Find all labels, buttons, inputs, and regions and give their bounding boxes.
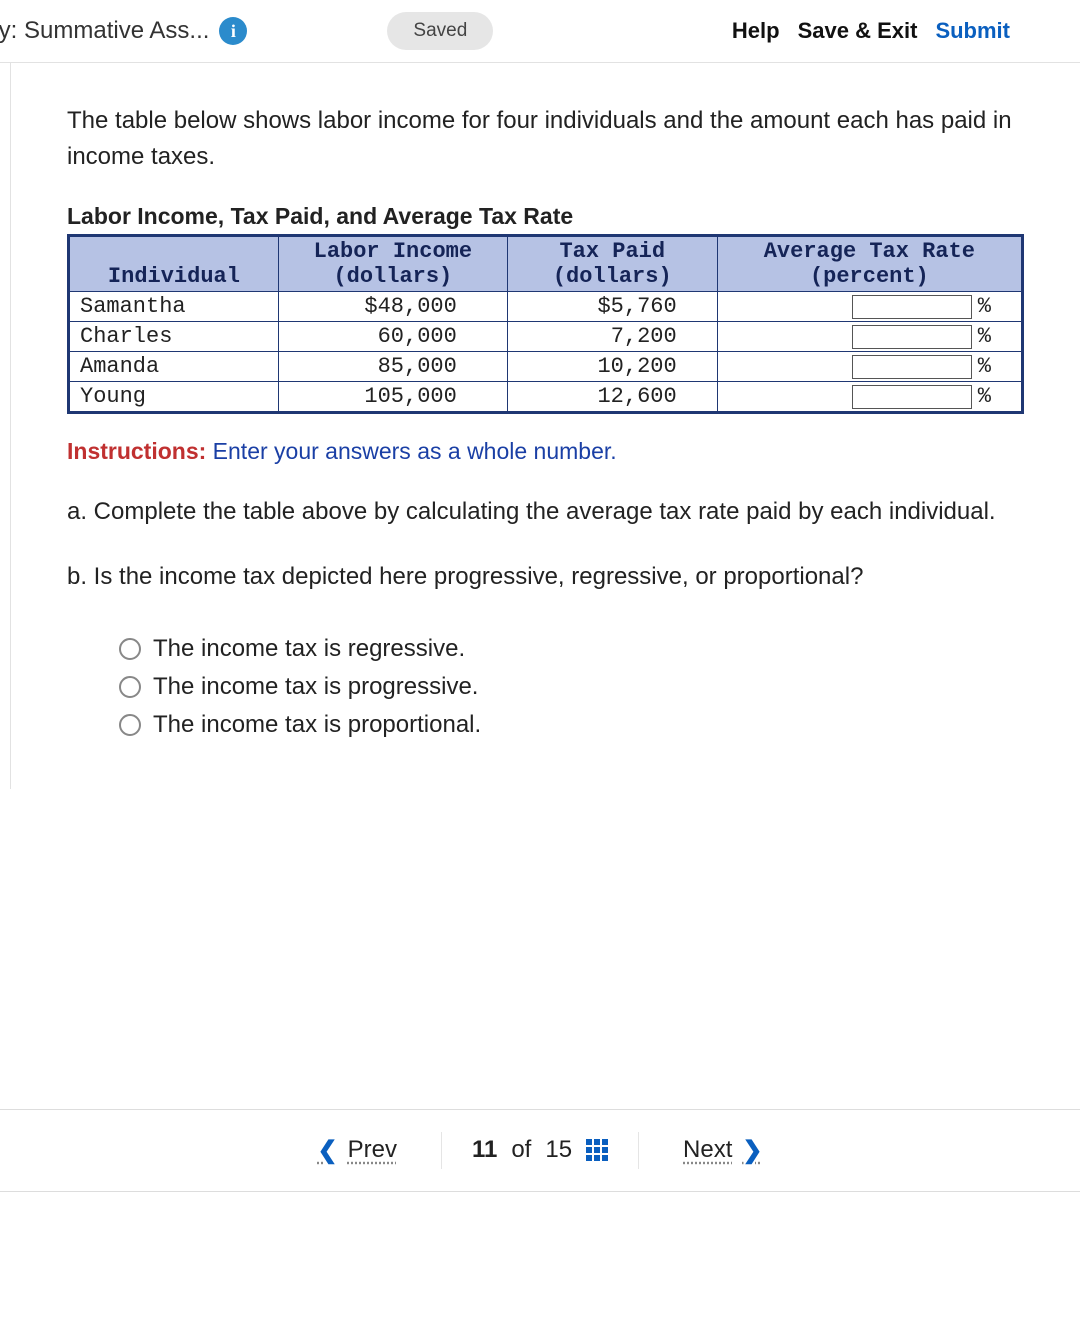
col-tax: Tax Paid(dollars)	[507, 236, 717, 292]
option-label: The income tax is progressive.	[153, 673, 478, 701]
page-total: 15	[545, 1136, 572, 1164]
bottom-nav: ❮ Prev 11 of 15 Next ❯	[0, 1109, 1080, 1192]
page-of: of	[511, 1136, 531, 1164]
top-bar: ply: Summative Ass... i Saved Help Save …	[0, 0, 1080, 63]
chevron-right-icon: ❯	[742, 1136, 762, 1165]
cell-tax: 12,600	[507, 382, 717, 413]
rate-input[interactable]	[852, 385, 972, 409]
option-label: The income tax is regressive.	[153, 635, 465, 663]
question-content: The table below shows labor income for f…	[10, 63, 1080, 789]
cell-tax: $5,760	[507, 292, 717, 322]
cell-name: Samantha	[69, 292, 279, 322]
part-a: a. Complete the table above by calculati…	[67, 495, 1024, 530]
cell-income: 85,000	[278, 352, 507, 382]
col-rate: Average Tax Rate(percent)	[717, 236, 1022, 292]
save-exit-button[interactable]: Save & Exit	[798, 18, 918, 44]
grid-icon	[586, 1139, 608, 1161]
option[interactable]: The income tax is proportional.	[119, 711, 1024, 739]
cell-name: Amanda	[69, 352, 279, 382]
cell-tax: 10,200	[507, 352, 717, 382]
col-income: Labor Income(dollars)	[278, 236, 507, 292]
instructions-label: Instructions:	[67, 438, 206, 464]
info-icon[interactable]: i	[219, 17, 247, 45]
assignment-title: ply: Summative Ass...	[0, 17, 209, 45]
radio-icon	[119, 638, 141, 660]
chevron-left-icon: ❮	[317, 1136, 337, 1165]
percent-symbol: %	[978, 324, 991, 349]
instructions: Instructions: Enter your answers as a wh…	[67, 438, 1024, 465]
option[interactable]: The income tax is progressive.	[119, 673, 1024, 701]
table-row: Charles60,0007,200%	[69, 322, 1023, 352]
cell-name: Young	[69, 382, 279, 413]
table-row: Young105,00012,600%	[69, 382, 1023, 413]
percent-symbol: %	[978, 354, 991, 379]
cell-rate: %	[717, 382, 1022, 413]
rate-input[interactable]	[852, 325, 972, 349]
table-row: Samantha$48,000$5,760%	[69, 292, 1023, 322]
radio-icon	[119, 676, 141, 698]
rate-input[interactable]	[852, 355, 972, 379]
rate-input[interactable]	[852, 295, 972, 319]
question-intro: The table below shows labor income for f…	[67, 103, 1024, 175]
cell-rate: %	[717, 292, 1022, 322]
submit-button[interactable]: Submit	[935, 18, 1010, 44]
cell-rate: %	[717, 322, 1022, 352]
instructions-text: Enter your answers as a whole number.	[206, 438, 616, 464]
help-button[interactable]: Help	[732, 18, 780, 44]
percent-symbol: %	[978, 384, 991, 409]
options-group: The income tax is regressive. The income …	[119, 635, 1024, 739]
table-header-row: Individual Labor Income(dollars) Tax Pai…	[69, 236, 1023, 292]
page-indicator[interactable]: 11 of 15	[441, 1132, 639, 1169]
page-current: 11	[472, 1136, 497, 1164]
cell-name: Charles	[69, 322, 279, 352]
data-table: Individual Labor Income(dollars) Tax Pai…	[67, 234, 1024, 414]
next-button[interactable]: Next ❯	[653, 1132, 792, 1169]
radio-icon	[119, 714, 141, 736]
option[interactable]: The income tax is regressive.	[119, 635, 1024, 663]
percent-symbol: %	[978, 294, 991, 319]
cell-tax: 7,200	[507, 322, 717, 352]
cell-income: 60,000	[278, 322, 507, 352]
option-label: The income tax is proportional.	[153, 711, 481, 739]
table-title: Labor Income, Tax Paid, and Average Tax …	[67, 203, 1024, 230]
col-individual: Individual	[69, 236, 279, 292]
cell-rate: %	[717, 352, 1022, 382]
prev-button[interactable]: ❮ Prev	[287, 1132, 426, 1169]
saved-indicator: Saved	[387, 12, 493, 50]
part-b: b. Is the income tax depicted here progr…	[67, 560, 1024, 595]
table-row: Amanda85,00010,200%	[69, 352, 1023, 382]
top-actions: Help Save & Exit Submit	[732, 18, 1080, 44]
cell-income: $48,000	[278, 292, 507, 322]
assignment-title-area: ply: Summative Ass... i	[0, 17, 247, 45]
cell-income: 105,000	[278, 382, 507, 413]
